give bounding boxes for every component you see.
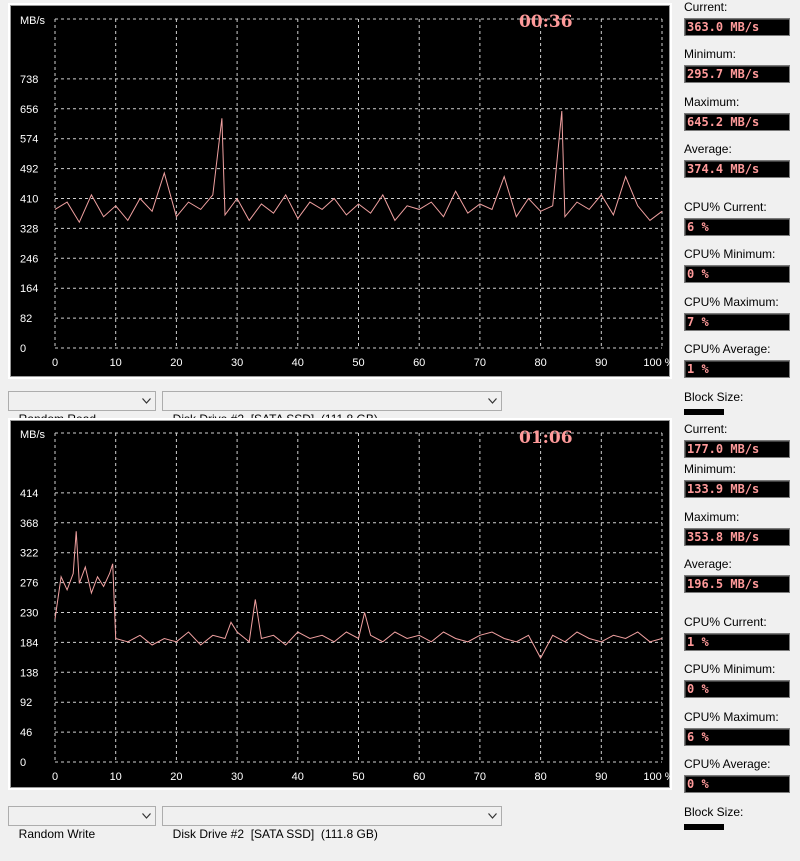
drive-select-write[interactable]: Disk Drive #2 [SATA SSD] (111.8 GB)	[162, 806, 502, 841]
y-tick-label: 230	[20, 608, 38, 620]
unit-label: MB/s	[20, 15, 46, 27]
x-tick-label: 10	[110, 357, 122, 369]
y-tick-label: 246	[20, 253, 38, 265]
y-tick-label: 410	[20, 194, 38, 206]
y-tick-label: 82	[20, 313, 32, 325]
block-size-label: Block Size:	[684, 805, 744, 819]
stat-label: CPU% Current:	[684, 615, 767, 629]
stat-value: 645.2 MB/s	[684, 113, 790, 131]
stat-value: 0 %	[684, 265, 790, 283]
read-graph-svg: 0 10 20 30 40 50 60 70 80 90 100 % 0 82 164 246 328 410 4…	[20, 15, 670, 369]
x-tick-label: 100 %	[643, 357, 670, 369]
x-tick-label: 30	[231, 357, 243, 369]
y-tick-label: 276	[20, 578, 38, 590]
y-tick-label: 492	[20, 164, 38, 176]
stat-value: 0 %	[684, 680, 790, 698]
y-tick-label: 0	[20, 343, 26, 355]
x-tick-label: 80	[534, 357, 546, 369]
y-tick-label: 138	[20, 667, 38, 679]
throughput-line	[54, 531, 663, 660]
write-graph-svg: 0 10 20 30 40 50 60 70 80 90 100 % 0 46 92 138 184 230 27…	[20, 429, 670, 783]
stat-label: Average:	[684, 142, 732, 156]
x-tick-label: 10	[110, 771, 122, 783]
drive-select-read[interactable]: Disk Drive #2 [SATA SSD] (111.8 GB)	[162, 391, 502, 426]
y-tick-label: 164	[20, 283, 38, 295]
y-tick-label: 322	[20, 548, 38, 560]
x-tick-label: 0	[52, 357, 58, 369]
x-tick-label: 50	[352, 357, 364, 369]
x-tick-label: 40	[292, 357, 304, 369]
y-tick-label: 0	[20, 757, 26, 769]
stat-label: Average:	[684, 557, 732, 571]
block-size-value	[684, 824, 724, 830]
stat-value: 133.9 MB/s	[684, 480, 790, 498]
y-tick-label: 574	[20, 134, 38, 146]
stat-label: CPU% Minimum:	[684, 247, 776, 261]
stat-label: Minimum:	[684, 47, 737, 61]
stat-value: 6 %	[684, 728, 790, 746]
stat-value: 353.8 MB/s	[684, 528, 790, 546]
unit-label: MB/s	[20, 429, 46, 441]
chevron-down-icon	[142, 398, 151, 404]
stat-label: Maximum:	[684, 510, 740, 524]
y-tick-label: 92	[20, 697, 32, 709]
x-tick-label: 70	[474, 357, 486, 369]
write-graph: 0 10 20 30 40 50 60 70 80 90 100 % 0 46 92 138 184 230 27…	[8, 418, 672, 790]
stat-value: 0 %	[684, 775, 790, 793]
x-tick-label: 60	[413, 357, 425, 369]
stat-label: Maximum:	[684, 95, 740, 109]
x-tick-label: 80	[534, 771, 546, 783]
stat-value: 7 %	[684, 313, 790, 331]
stat-label: Current:	[684, 422, 728, 436]
y-tick-label: 368	[20, 518, 38, 530]
stat-label: CPU% Maximum:	[684, 295, 779, 309]
x-tick-label: 0	[52, 771, 58, 783]
y-tick-label: 738	[20, 74, 38, 86]
stat-label: CPU% Average:	[684, 757, 771, 771]
stat-value: 1 %	[684, 633, 790, 651]
stat-value: 6 %	[684, 218, 790, 236]
block-size-label: Block Size:	[684, 390, 744, 404]
stat-value: 196.5 MB/s	[684, 575, 790, 593]
drive-select-write-value: Disk Drive #2 [SATA SSD] (111.8 GB)	[172, 827, 378, 841]
mode-select-write-value: Random Write	[18, 827, 96, 841]
y-tick-label: 46	[20, 727, 32, 739]
x-tick-label: 100 %	[643, 771, 670, 783]
stat-label: CPU% Minimum:	[684, 662, 776, 676]
y-tick-label: 184	[20, 637, 38, 649]
chevron-down-icon	[142, 813, 151, 819]
mode-select-read[interactable]: Random Read	[8, 391, 156, 426]
write-stats-panel: Block Size: Current: 177.0 MB/s Minimum: 13…	[684, 415, 800, 830]
read-timer: 00:36	[519, 12, 573, 32]
write-timer: 01:06	[519, 428, 573, 448]
stat-label: Current:	[684, 0, 728, 14]
chevron-down-icon	[488, 813, 497, 819]
x-tick-label: 20	[170, 357, 182, 369]
stat-label: CPU% Maximum:	[684, 710, 779, 724]
x-tick-label: 90	[595, 357, 607, 369]
y-tick-label: 656	[20, 104, 38, 116]
x-tick-label: 20	[170, 771, 182, 783]
x-tick-label: 90	[595, 771, 607, 783]
stat-value: 1 %	[684, 360, 790, 378]
read-stats-panel: Block Size: Current: 363.0 MB/s Minimum: 29…	[684, 0, 800, 415]
y-tick-label: 328	[20, 223, 38, 235]
y-tick-label: 414	[20, 488, 38, 500]
chevron-down-icon	[488, 398, 497, 404]
stat-value: 363.0 MB/s	[684, 18, 790, 36]
read-graph: 0 10 20 30 40 50 60 70 80 90 100 % 0 82 164 246 328 410 4…	[8, 3, 672, 379]
stat-value: 374.4 MB/s	[684, 160, 790, 178]
mode-select-write[interactable]: Random Write	[8, 806, 156, 841]
stat-label: Minimum:	[684, 462, 737, 476]
x-tick-label: 60	[413, 771, 425, 783]
stat-label: CPU% Current:	[684, 200, 767, 214]
stat-value: 177.0 MB/s	[684, 440, 790, 458]
x-tick-label: 40	[292, 771, 304, 783]
x-tick-label: 50	[352, 771, 364, 783]
stat-value: 295.7 MB/s	[684, 65, 790, 83]
stat-label: CPU% Average:	[684, 342, 771, 356]
x-tick-label: 30	[231, 771, 243, 783]
x-tick-label: 70	[474, 771, 486, 783]
